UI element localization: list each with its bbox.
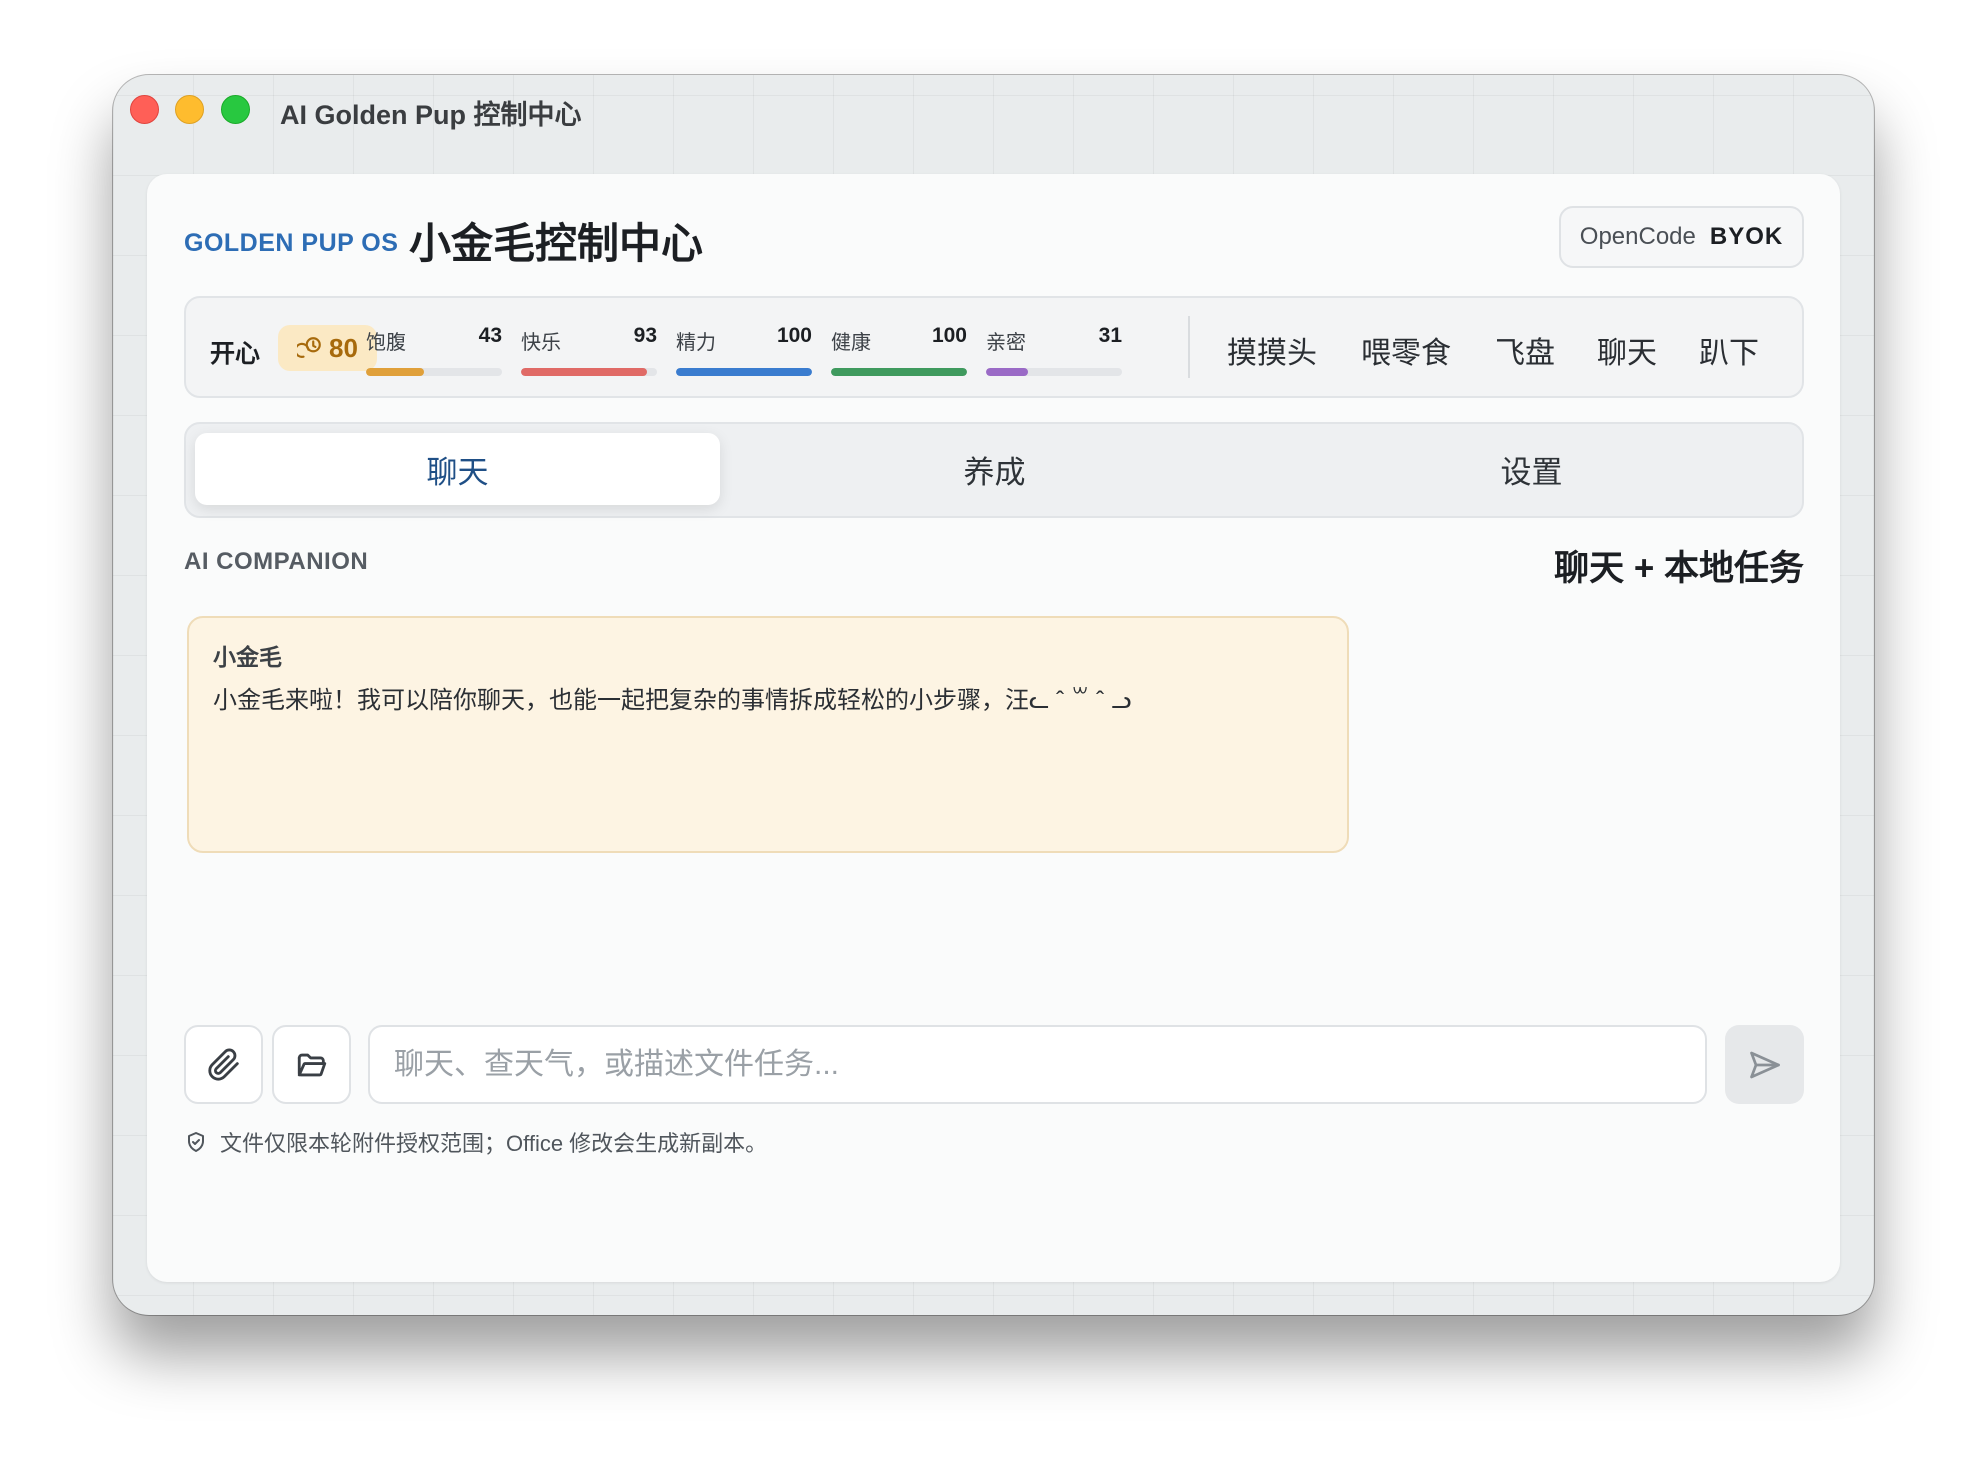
stat-label: 亲密 — [986, 332, 1026, 354]
stat-label: 快乐 — [521, 332, 561, 354]
stat-label: 饱腹 — [366, 332, 406, 354]
permission-note-text: 文件仅限本轮附件授权范围；Office 修改会生成新副本。 — [220, 1131, 768, 1156]
title-bar: AI Golden Pup 控制中心 — [113, 75, 1874, 143]
mood-value: 80 — [329, 332, 358, 363]
stat-energy: 精力 100 — [676, 324, 812, 376]
message-text: 小金毛来啦！我可以陪你聊天，也能一起把复杂的事情拆成轻松的小步骤，汪ᓚ ˆ ꒳ … — [213, 687, 1132, 714]
provider-mode: BYOK — [1709, 223, 1784, 250]
stat-value: 31 — [1098, 324, 1122, 347]
action-feed-snack-button[interactable]: 喂零食 — [1361, 328, 1451, 372]
provider-button[interactable]: OpenCode BYOK — [1559, 206, 1804, 268]
stat-fill — [676, 368, 812, 376]
paperclip-icon — [207, 1048, 239, 1081]
attach-file-button[interactable] — [184, 1025, 263, 1104]
app-window: AI Golden Pup 控制中心 GOLDEN PUP OS 小金毛控制中心… — [113, 75, 1874, 1315]
chat-message: 小金毛 小金毛来啦！我可以陪你聊天，也能一起把复杂的事情拆成轻松的小步骤，汪ᓚ … — [187, 616, 1349, 853]
action-pat-head-button[interactable]: 摸摸头 — [1227, 328, 1317, 372]
stat-track — [831, 368, 967, 376]
main-panel: GOLDEN PUP OS 小金毛控制中心 OpenCode BYOK 开心 8… — [147, 174, 1840, 1282]
close-window-button[interactable] — [130, 95, 159, 124]
provider-name: OpenCode — [1579, 223, 1696, 250]
stat-value: 100 — [931, 324, 967, 347]
open-folder-button[interactable] — [272, 1025, 351, 1104]
stat-track — [986, 368, 1122, 376]
message-sender: 小金毛 — [213, 644, 282, 670]
mood-badge: 80 — [278, 325, 377, 371]
status-divider — [1188, 316, 1190, 378]
page-title: 小金毛控制中心 — [409, 220, 704, 267]
stat-value: 100 — [776, 324, 812, 347]
chat-input[interactable] — [368, 1025, 1707, 1104]
stat-intimacy: 亲密 31 — [986, 324, 1122, 376]
stat-label: 精力 — [676, 332, 716, 354]
permission-note: 文件仅限本轮附件授权范围；Office 修改会生成新副本。 — [184, 1126, 767, 1158]
stat-value: 93 — [633, 324, 657, 347]
tab-nurture[interactable]: 养成 — [732, 433, 1257, 505]
stat-track — [521, 368, 657, 376]
section-title: 聊天 + 本地任务 — [1554, 549, 1804, 588]
stat-fill — [366, 368, 425, 376]
tab-chat[interactable]: 聊天 — [195, 433, 720, 505]
stat-fill — [521, 368, 648, 376]
stat-fill — [986, 368, 1029, 376]
main-tabs: 聊天 养成 设置 — [184, 422, 1804, 518]
stat-health: 健康 100 — [831, 324, 967, 376]
stat-satiety: 饱腹 43 — [366, 324, 502, 376]
stat-fill — [831, 368, 967, 376]
pet-status-bar: 开心 80 饱腹 43 快乐 93 精力 100 健康 100 亲密 31 摸摸… — [184, 296, 1804, 398]
shield-check-icon — [188, 1132, 204, 1152]
action-frisbee-button[interactable]: 飞盘 — [1495, 328, 1555, 372]
window-title: AI Golden Pup 控制中心 — [280, 100, 582, 130]
minimize-window-button[interactable] — [175, 95, 204, 124]
stat-value: 43 — [478, 324, 502, 347]
send-icon — [1749, 1051, 1780, 1078]
stat-track — [366, 368, 502, 376]
section-label: AI COMPANION — [184, 548, 369, 575]
action-lie-down-button[interactable]: 趴下 — [1699, 328, 1759, 372]
stat-label: 健康 — [831, 332, 871, 354]
stat-track — [676, 368, 812, 376]
send-button[interactable] — [1725, 1025, 1804, 1104]
mood-label: 开心 — [210, 340, 261, 368]
maximize-window-button[interactable] — [221, 95, 250, 124]
brand-label: GOLDEN PUP OS — [184, 229, 399, 257]
coins-icon — [297, 337, 321, 358]
folder-open-icon — [297, 1053, 326, 1076]
tab-settings[interactable]: 设置 — [1269, 433, 1794, 505]
stat-happiness: 快乐 93 — [521, 324, 657, 376]
action-chat-button[interactable]: 聊天 — [1597, 328, 1657, 372]
